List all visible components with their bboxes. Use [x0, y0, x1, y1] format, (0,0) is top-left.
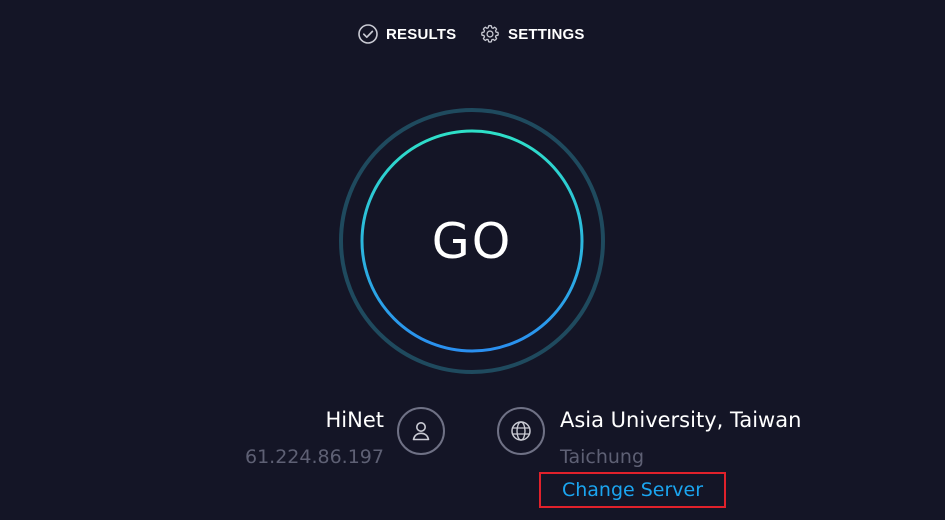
isp-ip-address: 61.224.86.197: [244, 446, 384, 468]
nav-results-label: RESULTS: [386, 25, 457, 43]
isp-name: HiNet: [325, 408, 385, 432]
change-server-link[interactable]: Change Server: [539, 472, 726, 508]
check-circle-icon: [357, 23, 379, 45]
nav-settings[interactable]: SETTINGS: [479, 21, 585, 47]
gear-icon: [479, 23, 501, 45]
server-name: Asia University, Taiwan: [560, 408, 802, 432]
go-button[interactable]: GO: [338, 107, 606, 375]
speedtest-app: RESULTS SETTINGS GO HiNet 61.224.86.197 …: [0, 0, 945, 520]
globe-icon: [497, 407, 545, 455]
change-server-label: Change Server: [561, 479, 704, 501]
nav-results[interactable]: RESULTS: [357, 21, 456, 47]
go-label: GO: [431, 212, 513, 270]
server-city: Taichung: [560, 446, 645, 468]
top-nav: RESULTS SETTINGS: [0, 21, 945, 47]
nav-settings-label: SETTINGS: [508, 25, 585, 43]
user-icon: [397, 407, 445, 455]
